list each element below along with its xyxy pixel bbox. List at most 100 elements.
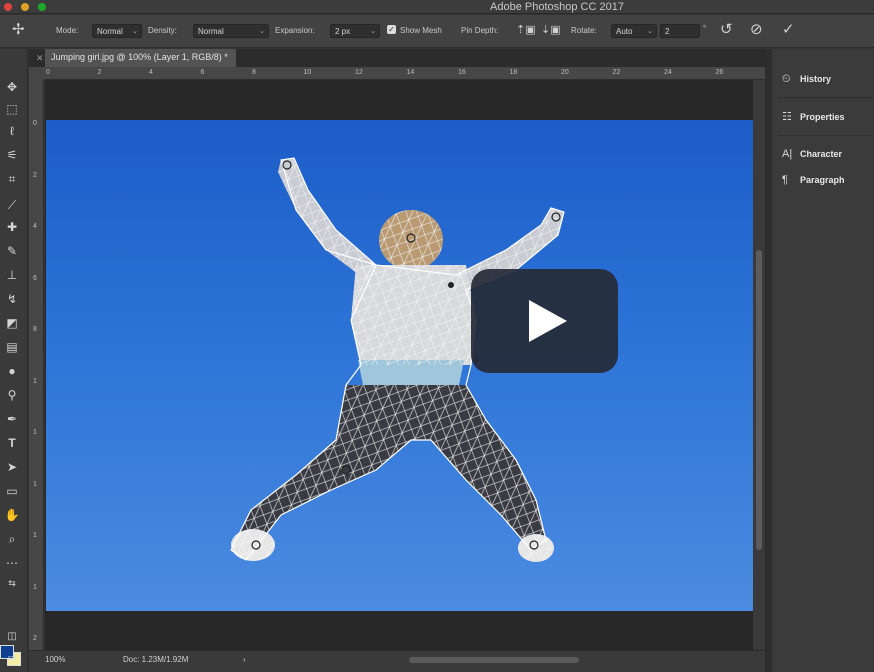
panel-character[interactable]: A| Character xyxy=(782,148,842,164)
expansion-value: 2 px xyxy=(335,27,351,36)
canvas-image[interactable] xyxy=(46,120,753,611)
dock-strip xyxy=(766,49,772,672)
ruler-origin[interactable] xyxy=(29,67,44,80)
ruler-tick-label: 8 xyxy=(252,69,256,76)
chevron-down-icon: ⌄ xyxy=(259,28,265,35)
path-select-icon[interactable]: ➤ xyxy=(1,457,23,477)
paragraph-icon: ¶ xyxy=(782,174,788,186)
ruler-tick-label: 0 xyxy=(46,69,50,76)
brush-icon[interactable]: ✎ xyxy=(1,241,23,261)
move-icon[interactable]: ✥ xyxy=(1,77,23,97)
magic-wand-icon[interactable]: ⚟ xyxy=(1,145,23,165)
ruler-tick-label: 6 xyxy=(33,274,37,282)
panel-paragraph-label: Paragraph xyxy=(800,175,845,185)
panel-paragraph[interactable]: ¶ Paragraph xyxy=(782,174,845,190)
rotate-label: Rotate: xyxy=(571,26,597,35)
show-mesh-checkbox[interactable]: ✓ xyxy=(387,25,396,34)
rotate-select[interactable]: Auto ⌄ xyxy=(611,24,657,38)
ruler-tick-label: 20 xyxy=(561,69,569,76)
vertical-scroll-thumb[interactable] xyxy=(756,250,762,550)
mode-select[interactable]: Normal ⌄ xyxy=(92,24,142,38)
pin-depth-backward-icon[interactable]: ⇣▣ xyxy=(541,23,561,36)
hand-icon[interactable]: ✋ xyxy=(1,505,23,525)
healing-icon[interactable]: ✚ xyxy=(1,217,23,237)
zoom-icon[interactable]: ⌕ xyxy=(1,529,23,549)
rotate-degrees-input[interactable]: 2 xyxy=(660,24,700,38)
panel-history-label: History xyxy=(800,74,832,84)
vertical-scrollbar[interactable] xyxy=(753,80,765,650)
lasso-icon[interactable]: ℓ xyxy=(1,121,23,141)
cancel-icon[interactable]: ⊘ xyxy=(750,20,763,38)
ruler-tick-label: 26 xyxy=(715,69,724,76)
blur-icon[interactable]: ● xyxy=(1,361,23,381)
ruler-tick-label: 4 xyxy=(149,69,153,76)
chevron-down-icon: ⌄ xyxy=(132,28,138,35)
puppet-warp-mesh[interactable] xyxy=(46,120,753,611)
title-bar: Adobe Photoshop CC 2017 xyxy=(0,0,874,14)
ruler-tick-label: 2 xyxy=(33,635,37,642)
mode-label: Mode: xyxy=(56,26,79,35)
ruler-tick-label: 1 xyxy=(33,532,37,539)
rotate-value: Auto xyxy=(616,27,633,36)
panel-properties-label: Properties xyxy=(800,112,845,122)
panel-dock: ⏲ History ☷ Properties A| Character ¶ Paragr… xyxy=(765,49,874,672)
panel-divider xyxy=(778,97,872,98)
density-label: Density: xyxy=(148,26,177,35)
eyedropper-icon[interactable]: ⟋ xyxy=(1,195,23,215)
history-icon: ⏲ xyxy=(782,73,791,85)
puppet-warp-tool-icon[interactable]: ✢ xyxy=(12,20,25,38)
swap-colors-icon[interactable]: ⇆ xyxy=(1,573,23,593)
ruler-tick-label: 1 xyxy=(33,377,37,385)
quick-mask-icon[interactable]: ◫ xyxy=(1,627,23,647)
pin-depth-forward-icon[interactable]: ⇡▣ xyxy=(516,23,536,36)
horizontal-ruler[interactable]: 0 2 4 6 8 10 12 14 16 18 20 22 24 26 xyxy=(44,67,765,80)
reset-icon[interactable]: ↺ xyxy=(720,20,733,38)
pen-icon[interactable]: ✒ xyxy=(1,409,23,429)
ruler-tick-label: 24 xyxy=(664,69,672,76)
dodge-icon[interactable]: ⚲ xyxy=(1,385,23,405)
eraser-icon[interactable]: ◩ xyxy=(1,313,23,333)
ruler-tick-label: 22 xyxy=(612,69,621,76)
ruler-tick-label: 2 xyxy=(33,171,37,179)
mode-value: Normal xyxy=(97,27,123,36)
ruler-tick-label: 1 xyxy=(33,480,37,488)
status-menu-arrow[interactable]: › xyxy=(243,655,246,664)
ruler-tick-label: 2 xyxy=(97,69,102,76)
rotate-degrees-value: 2 xyxy=(665,27,670,36)
options-bar: ✢ Mode: Normal ⌄ Density: Normal ⌄ Expan… xyxy=(0,15,874,48)
history-brush-icon[interactable]: ↯ xyxy=(1,289,23,309)
status-bar: 100% Doc: 1.23M/1.92M › xyxy=(29,650,765,672)
ruler-tick-label: 0 xyxy=(33,120,37,127)
expansion-label: Expansion: xyxy=(275,26,315,35)
density-select[interactable]: Normal ⌄ xyxy=(193,24,269,38)
close-tab-icon[interactable]: ✕ xyxy=(36,53,44,64)
ruler-tick-label: 16 xyxy=(458,69,466,76)
horizontal-scroll-thumb[interactable] xyxy=(409,657,579,663)
document-tab-title: Jumping girl.jpg @ 100% (Layer 1, RGB/8)… xyxy=(51,52,228,62)
rectangle-icon[interactable]: ▭ xyxy=(1,481,23,501)
document-tab[interactable]: Jumping girl.jpg @ 100% (Layer 1, RGB/8)… xyxy=(45,49,236,67)
pin-depth-label: Pin Depth: xyxy=(461,26,499,35)
more-tools-icon[interactable]: ⋯ xyxy=(1,553,23,573)
expansion-input[interactable]: 2 px ⌄ xyxy=(330,24,380,38)
properties-icon: ☷ xyxy=(782,111,792,123)
panel-properties[interactable]: ☷ Properties xyxy=(782,110,845,126)
vertical-ruler[interactable]: 0 2 4 6 8 1 1 1 1 1 2 xyxy=(29,80,44,650)
zoom-level[interactable]: 100% xyxy=(45,655,65,664)
ruler-tick-label: 4 xyxy=(33,223,37,230)
screen-mode-icon[interactable]: ▭ xyxy=(1,649,23,669)
ruler-tick-label: 10 xyxy=(303,69,312,76)
ruler-tick-label: 1 xyxy=(33,429,37,436)
video-play-button[interactable] xyxy=(471,269,618,373)
panel-history[interactable]: ⏲ History xyxy=(782,73,831,89)
marquee-icon[interactable]: ⬚ xyxy=(1,99,23,119)
commit-checkmark-icon[interactable]: ✓ xyxy=(782,20,795,38)
chevron-down-icon: ⌄ xyxy=(370,28,376,35)
type-icon[interactable]: T xyxy=(1,433,23,453)
gradient-icon[interactable]: ▤ xyxy=(1,337,23,357)
crop-icon[interactable]: ⌗ xyxy=(1,169,23,189)
degree-symbol: ° xyxy=(703,24,707,33)
play-icon xyxy=(529,300,567,342)
stamp-icon[interactable]: ⊥ xyxy=(1,265,23,285)
tools-panel: ✥ ⬚ ℓ ⚟ ⌗ ⟋ ✚ ✎ ⊥ ↯ ◩ ▤ ● ⚲ ✒ T ➤ ▭ ✋ ⌕ … xyxy=(0,49,28,672)
